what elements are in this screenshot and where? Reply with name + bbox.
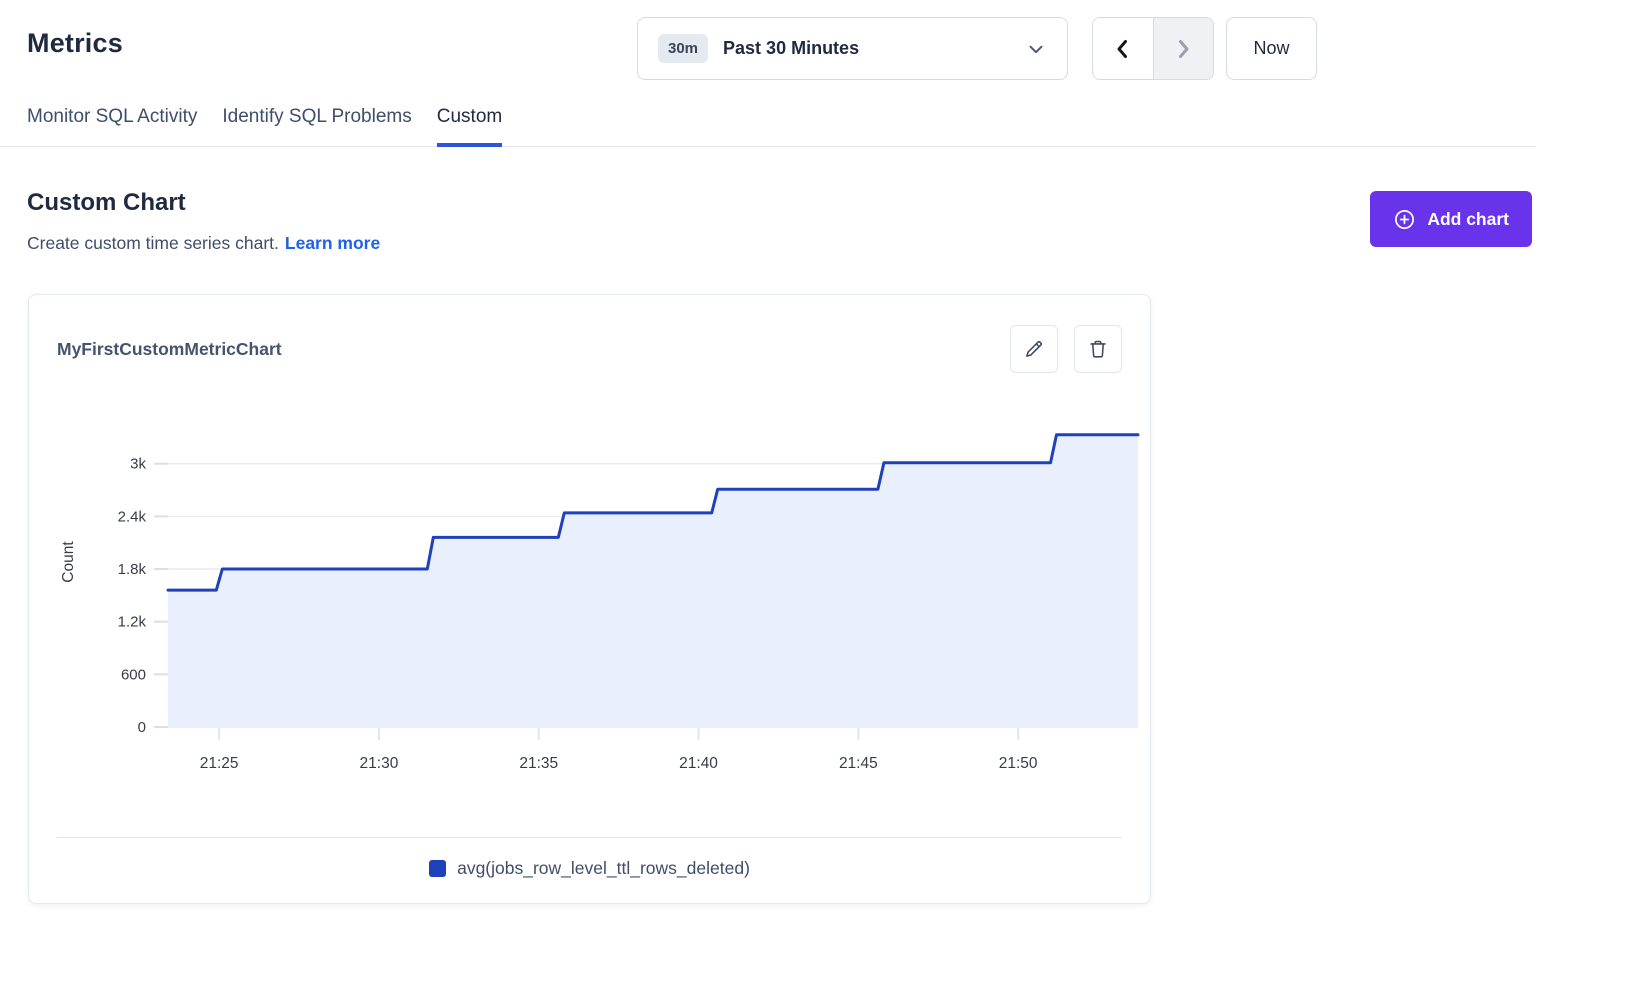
next-time-button[interactable] (1153, 18, 1214, 79)
prev-time-button[interactable] (1093, 18, 1153, 79)
trash-icon (1087, 338, 1109, 360)
chart-area: 0 600 1.2k 1.8k 2.4k 3k 21:25 21:30 21:35 21:40 21… (57, 397, 1122, 777)
edit-chart-button[interactable] (1010, 325, 1058, 373)
x-tick-label: 21:45 (839, 755, 878, 772)
chart-legend: avg(jobs_row_level_ttl_rows_deleted) (57, 858, 1122, 879)
custom-chart-card: MyFirstCustomMetricChart (28, 294, 1151, 904)
tab-bar: Monitor SQL Activity Identify SQL Proble… (0, 98, 1536, 147)
y-tick-label: 600 (121, 666, 146, 683)
y-tick-label: 0 (138, 719, 146, 736)
section-subtitle: Create custom time series chart. (27, 233, 279, 253)
section-subtitle-row: Create custom time series chart. Learn mo… (27, 233, 380, 254)
chart-card-actions (1010, 325, 1122, 373)
pencil-icon (1023, 338, 1045, 360)
section-text-block: Custom Chart Create custom time series c… (27, 189, 380, 254)
y-tick-label: 1.8k (118, 561, 147, 578)
x-tick-label: 21:40 (679, 755, 718, 772)
legend-label: avg(jobs_row_level_ttl_rows_deleted) (457, 858, 750, 879)
learn-more-link[interactable]: Learn more (285, 233, 380, 253)
x-tick-label: 21:35 (519, 755, 558, 772)
x-tick-label: 21:30 (360, 755, 399, 772)
chevron-down-icon (1025, 38, 1047, 60)
time-range-dropdown[interactable]: 30m Past 30 Minutes (637, 17, 1068, 80)
custom-chart-plot: 0 600 1.2k 1.8k 2.4k 3k 21:25 21:30 21:35 21:40 21… (57, 397, 1142, 772)
card-divider (57, 837, 1122, 838)
add-chart-label: Add chart (1427, 209, 1509, 230)
chevron-left-icon (1111, 36, 1135, 62)
series-area-fill (168, 435, 1138, 727)
y-tick-label: 1.2k (118, 614, 147, 631)
chart-card-header: MyFirstCustomMetricChart (57, 325, 1122, 373)
chart-card-title: MyFirstCustomMetricChart (57, 339, 282, 360)
x-tick-label: 21:25 (200, 755, 239, 772)
page-title: Metrics (27, 28, 123, 59)
custom-chart-section-header: Custom Chart Create custom time series c… (0, 147, 1532, 254)
tab-monitor-sql-activity[interactable]: Monitor SQL Activity (27, 98, 197, 146)
page-header: Metrics 30m Past 30 Minutes Now (0, 0, 1650, 98)
add-chart-button[interactable]: Add chart (1370, 191, 1532, 247)
time-range-badge: 30m (658, 34, 708, 63)
delete-chart-button[interactable] (1074, 325, 1122, 373)
legend-swatch (429, 860, 446, 877)
section-title: Custom Chart (27, 189, 380, 217)
plus-circle-icon (1393, 208, 1416, 231)
now-button[interactable]: Now (1226, 17, 1317, 80)
tab-custom[interactable]: Custom (437, 98, 502, 146)
metrics-page: Metrics 30m Past 30 Minutes Now Monitor … (0, 0, 1650, 982)
time-range-label: Past 30 Minutes (723, 38, 1025, 59)
chevron-right-icon (1171, 36, 1195, 62)
time-nav-group (1092, 17, 1214, 80)
x-tick-label: 21:50 (999, 755, 1038, 772)
y-tick-label: 2.4k (118, 508, 147, 525)
y-tick-label: 3k (130, 456, 146, 473)
y-axis-title: Count (60, 541, 77, 583)
tab-identify-sql-problems[interactable]: Identify SQL Problems (222, 98, 411, 146)
